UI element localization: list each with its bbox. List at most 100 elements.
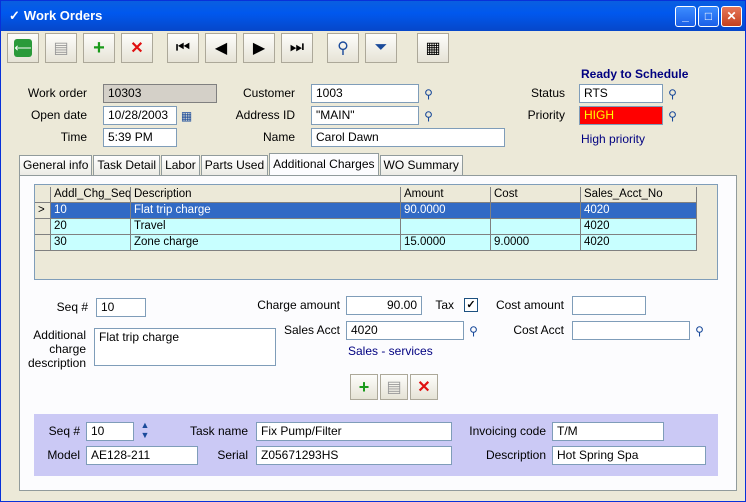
col-header[interactable]: Addl_Chg_Seq bbox=[51, 187, 131, 203]
calendar-icon[interactable]: ▦ bbox=[177, 106, 196, 125]
invoicing-code-field[interactable]: T/M bbox=[552, 422, 664, 441]
status-lookup-magnifier-icon[interactable]: ⚲ bbox=[663, 84, 682, 103]
model-field[interactable]: AE128-211 bbox=[86, 446, 198, 465]
cost-acct-magnifier-icon[interactable]: ⚲ bbox=[690, 321, 709, 340]
name-label: Name bbox=[262, 130, 295, 144]
tab-parts-used[interactable]: Parts Used bbox=[200, 155, 269, 175]
seq-field[interactable]: 10 bbox=[96, 298, 146, 317]
sales-acct-description: Sales - services bbox=[348, 344, 433, 358]
cost-acct-field[interactable] bbox=[572, 321, 690, 340]
address-id-field[interactable]: "MAIN" bbox=[311, 106, 419, 125]
save-icon: ▤ bbox=[386, 379, 402, 396]
status-field[interactable]: RTS bbox=[579, 84, 663, 103]
time-field[interactable]: 5:39 PM bbox=[103, 128, 177, 147]
minimize-button[interactable]: _ bbox=[675, 6, 696, 27]
additional-charges-panel: Addl_Chg_Seq Description Amount Cost Sal… bbox=[19, 175, 737, 491]
search-icon: ⚲ bbox=[337, 40, 349, 57]
priority-field[interactable]: HIGH bbox=[579, 106, 663, 125]
priority-label: Priority bbox=[527, 108, 565, 122]
charge-amount-field[interactable]: 90.00 bbox=[346, 296, 422, 315]
serial-field[interactable]: Z05671293HS bbox=[256, 446, 452, 465]
task-name-label: Task name bbox=[189, 424, 248, 438]
tab-task-detail[interactable]: Task Detail bbox=[93, 155, 161, 175]
table-row[interactable]: 30 Zone charge 15.0000 9.0000 4020 bbox=[35, 235, 697, 251]
exit-button[interactable]: ⟵ bbox=[7, 33, 39, 63]
grid-cell[interactable]: 30 bbox=[51, 235, 131, 251]
charges-grid[interactable]: Addl_Chg_Seq Description Amount Cost Sal… bbox=[34, 184, 718, 280]
checkmark-icon: ✓ bbox=[9, 8, 20, 23]
tab-additional-charges[interactable]: Additional Charges bbox=[269, 153, 379, 175]
window-title: Work Orders bbox=[23, 8, 103, 23]
col-header[interactable]: Cost bbox=[491, 187, 581, 203]
row-marker bbox=[35, 235, 51, 251]
save-button[interactable]: ▤ bbox=[45, 33, 77, 63]
add-button[interactable]: + bbox=[83, 33, 115, 63]
tab-wo-summary[interactable]: WO Summary bbox=[379, 155, 463, 175]
work-order-field: 10303 bbox=[103, 84, 217, 103]
status-heading: Ready to Schedule bbox=[581, 67, 689, 81]
spinner-icon[interactable]: ▲ ▼ bbox=[138, 420, 152, 442]
work-order-label: Work order bbox=[27, 86, 87, 100]
serial-label: Serial bbox=[217, 448, 248, 462]
col-header[interactable]: Sales_Acct_No bbox=[581, 187, 697, 203]
grid-cell[interactable]: 90.0000 bbox=[401, 203, 491, 219]
grid-cell[interactable]: 4020 bbox=[581, 203, 697, 219]
address-lookup-magnifier-icon[interactable]: ⚲ bbox=[419, 106, 438, 125]
grid-cell[interactable]: Flat trip charge bbox=[131, 203, 401, 219]
delete-charge-button[interactable]: ✕ bbox=[410, 374, 438, 400]
cost-amount-field[interactable] bbox=[572, 296, 646, 315]
search-button[interactable]: ⚲ bbox=[327, 33, 359, 63]
sales-acct-magnifier-icon[interactable]: ⚲ bbox=[464, 321, 483, 340]
grid-cell[interactable]: Zone charge bbox=[131, 235, 401, 251]
customer-lookup-magnifier-icon[interactable]: ⚲ bbox=[419, 84, 438, 103]
toolbar: ⟵ ▤ + ✕ ⏮ ◀ ▶ ⏭ ⚲ ⏷ ▦ bbox=[5, 33, 741, 65]
grid-cell[interactable]: 4020 bbox=[581, 235, 697, 251]
maximize-button[interactable]: □ bbox=[698, 6, 719, 27]
open-date-field[interactable]: 10/28/2003 bbox=[103, 106, 177, 125]
report-button[interactable]: ▦ bbox=[417, 33, 449, 63]
tax-checkbox[interactable]: ✓ bbox=[464, 298, 478, 312]
add-charge-button[interactable]: + bbox=[350, 374, 378, 400]
table-row[interactable]: 20 Travel 4020 bbox=[35, 219, 697, 235]
filter-button[interactable]: ⏷ bbox=[365, 33, 397, 63]
name-field[interactable]: Carol Dawn bbox=[311, 128, 505, 147]
task-name-field[interactable]: Fix Pump/Filter bbox=[256, 422, 452, 441]
next-record-icon: ▶ bbox=[252, 40, 266, 57]
last-record-button[interactable]: ⏭ bbox=[281, 33, 313, 63]
save-charge-button[interactable]: ▤ bbox=[380, 374, 408, 400]
customer-field[interactable]: 1003 bbox=[311, 84, 419, 103]
table-row[interactable]: > 10 Flat trip charge 90.0000 4020 bbox=[35, 203, 697, 219]
additional-description-field[interactable]: Flat trip charge bbox=[94, 328, 276, 366]
tab-labor[interactable]: Labor bbox=[161, 155, 200, 175]
grid-cell[interactable]: 9.0000 bbox=[491, 235, 581, 251]
additional-label-2: charge bbox=[49, 342, 86, 356]
grid-cell[interactable] bbox=[491, 219, 581, 235]
delete-button[interactable]: ✕ bbox=[121, 33, 153, 63]
grid-cell[interactable]: 10 bbox=[51, 203, 131, 219]
first-record-button[interactable]: ⏮ bbox=[167, 33, 199, 63]
status-label: Status bbox=[530, 86, 565, 100]
next-record-button[interactable]: ▶ bbox=[243, 33, 275, 63]
priority-lookup-magnifier-icon[interactable]: ⚲ bbox=[663, 106, 682, 125]
grid-cell[interactable]: 4020 bbox=[581, 219, 697, 235]
additional-label-1: Additional bbox=[33, 328, 86, 342]
cost-amount-label: Cost amount bbox=[495, 298, 564, 312]
grid-cell[interactable] bbox=[401, 219, 491, 235]
grid-cell[interactable]: 15.0000 bbox=[401, 235, 491, 251]
close-button[interactable]: ✕ bbox=[721, 6, 742, 27]
description-label: Description bbox=[485, 448, 546, 462]
grid-cell[interactable] bbox=[491, 203, 581, 219]
task-seq-field[interactable]: 10 bbox=[86, 422, 134, 441]
tab-general-info[interactable]: General info bbox=[19, 155, 93, 175]
address-id-label: Address ID bbox=[235, 108, 295, 122]
grid-cell[interactable]: Travel bbox=[131, 219, 401, 235]
task-seq-label: Seq # bbox=[48, 424, 80, 438]
description-field[interactable]: Hot Spring Spa bbox=[552, 446, 706, 465]
priority-description: High priority bbox=[581, 132, 646, 146]
sales-acct-field[interactable]: 4020 bbox=[346, 321, 464, 340]
previous-record-button[interactable]: ◀ bbox=[205, 33, 237, 63]
col-header[interactable]: Amount bbox=[401, 187, 491, 203]
col-header[interactable]: Description bbox=[131, 187, 401, 203]
grid-cell[interactable]: 20 bbox=[51, 219, 131, 235]
exit-icon: ⟵ bbox=[14, 39, 32, 57]
